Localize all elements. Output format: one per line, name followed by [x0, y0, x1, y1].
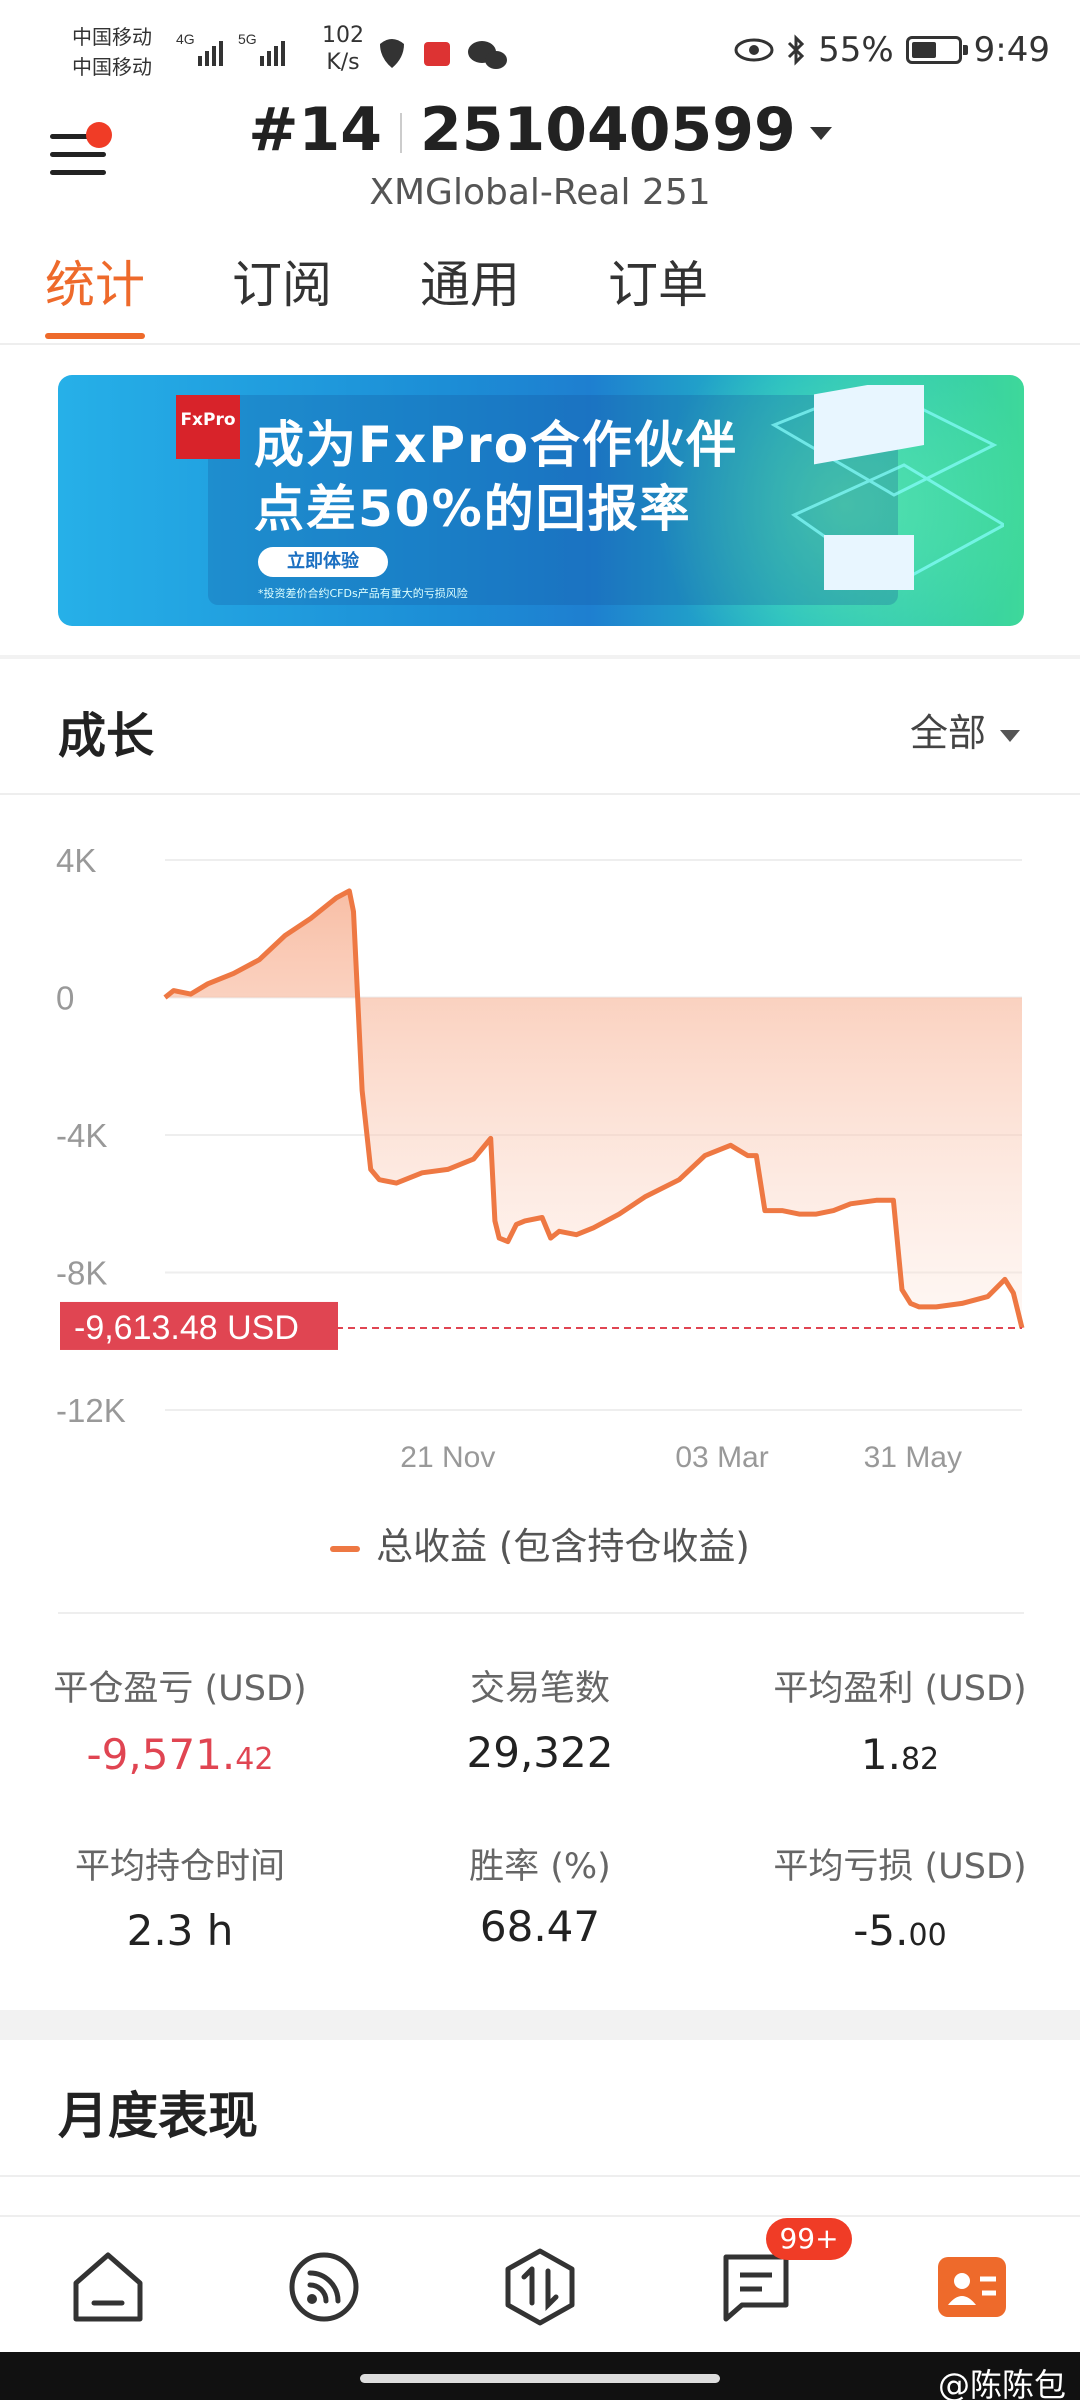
- chart-legend: 总收益 (包含持仓收益): [0, 1516, 1080, 1570]
- nav-home[interactable]: [68, 2247, 148, 2327]
- system-home-bar: [0, 2352, 1080, 2400]
- nav-feed[interactable]: [284, 2247, 364, 2327]
- tab-stats[interactable]: 统计: [45, 245, 145, 317]
- stat-label: 平均亏损 (USD): [773, 1847, 1027, 1887]
- tab-bar: 统计 订阅 通用 订单: [0, 245, 1080, 345]
- try-now-button[interactable]: 立即体验: [258, 547, 388, 577]
- carrier-2: 中国移动: [72, 55, 152, 79]
- section-divider: [0, 655, 1080, 659]
- account-selector[interactable]: #14 251040599: [0, 95, 1080, 165]
- stat-value: -5.00: [853, 1906, 947, 1955]
- fxpro-logo: FxPro: [176, 395, 240, 459]
- active-tab-indicator: [45, 333, 145, 339]
- home-icon: [73, 2252, 143, 2322]
- growth-title: 成长: [58, 708, 155, 764]
- status-carriers: 中国移动 中国移动: [72, 22, 152, 82]
- range-filter-label: 全部: [909, 711, 986, 755]
- stat-label: 平均持仓时间: [74, 1847, 285, 1887]
- promo-banner[interactable]: FxPro 成为FxPro合作伙伴 点差50%的回报率 立即体验 *投资差价合约…: [58, 375, 1024, 626]
- y-tick-label: -8K: [56, 1255, 107, 1292]
- divider: [0, 793, 1080, 795]
- series-area: [165, 890, 1022, 1328]
- nav-profile[interactable]: [932, 2247, 1012, 2327]
- carrier-1: 中国移动: [72, 25, 152, 49]
- stat-value: 29,322: [466, 1728, 614, 1777]
- stat-label: 平均盈利 (USD): [773, 1669, 1027, 1709]
- stat-value: 68.47: [479, 1902, 601, 1951]
- signal-icons: 4G 5G: [176, 26, 306, 81]
- stats-grid: 平仓盈亏 (USD) -9,571.42 交易笔数 29,322 平均盈利 (U…: [0, 1640, 1080, 1970]
- trade-icon: [505, 2248, 575, 2326]
- speed-value: 102: [322, 23, 364, 48]
- chevron-down-icon: [809, 126, 832, 140]
- y-tick-label: -12K: [56, 1392, 126, 1429]
- app-notification-icons: [372, 34, 512, 78]
- banner-headline: 成为FxPro合作伙伴: [254, 416, 739, 474]
- y-tick-label: 4K: [56, 842, 96, 879]
- battery-percent: 55%: [818, 30, 894, 70]
- growth-chart: 4K 0 -4K -8K -12K 21 Nov 03 Mar 31 May -9,613.4…: [56, 842, 1025, 1474]
- profile-icon: [938, 2257, 1006, 2317]
- watermark: @陈陈包: [937, 2366, 1066, 2404]
- x-tick-label: 21 Nov: [400, 1441, 495, 1474]
- laptop-illustration: [770, 385, 1004, 590]
- stat-value: 2.3 h: [126, 1906, 234, 1955]
- bottom-nav: [0, 2215, 1080, 2352]
- stat-label: 平仓盈亏 (USD): [53, 1669, 307, 1709]
- battery-icon: [905, 36, 968, 64]
- chevron-down-icon: [1000, 729, 1020, 742]
- bluetooth-icon: [788, 34, 805, 66]
- signal-icon: 4G 5G: [176, 31, 285, 66]
- svg-text:5G: 5G: [238, 31, 257, 47]
- x-tick-label: 03 Mar: [675, 1441, 768, 1474]
- risk-note: *投资差价合约CFDs产品有重大的亏损风险: [258, 587, 468, 600]
- account-number: 251040599: [420, 95, 796, 165]
- y-tick-label: 0: [56, 980, 74, 1017]
- x-tick-label: 31 May: [864, 1441, 962, 1474]
- home-indicator[interactable]: [360, 2374, 720, 2383]
- monthly-title: 月度表现: [58, 2087, 258, 2145]
- banner-subheadline: 点差50%的回报率: [254, 480, 692, 538]
- tab-orders[interactable]: 订单: [608, 245, 708, 317]
- divider: [58, 1612, 1024, 1614]
- clock: 9:49: [973, 30, 1050, 70]
- rank: #14: [248, 95, 383, 165]
- divider: [0, 2175, 1080, 2177]
- message-badge: 99+: [766, 2218, 852, 2260]
- y-tick-label: -4K: [56, 1117, 107, 1154]
- nav-trade[interactable]: [500, 2247, 580, 2327]
- legend-label: 总收益 (包含持仓收益): [376, 1525, 750, 1568]
- tab-general[interactable]: 通用: [420, 245, 520, 317]
- stat-value: -9,571.42: [86, 1730, 274, 1779]
- tab-subscribe[interactable]: 订阅: [232, 245, 332, 317]
- network-speed: 102 K/s: [322, 22, 364, 76]
- legend-marker: [330, 1545, 361, 1552]
- status-right: 55% 9:49: [734, 30, 1050, 70]
- feed-icon: [289, 2252, 359, 2322]
- range-filter[interactable]: 全部: [910, 702, 1020, 757]
- notification-icons: [380, 39, 507, 69]
- section-divider: [0, 2010, 1080, 2040]
- stat-value: 1.82: [860, 1730, 940, 1779]
- eye-icon: [734, 38, 774, 62]
- stat-label: 胜率 (%): [469, 1847, 611, 1887]
- svg-text:4G: 4G: [176, 31, 195, 47]
- server-name: XMGlobal-Real 251: [369, 172, 711, 213]
- speed-unit: K/s: [326, 50, 360, 75]
- stat-label: 交易笔数: [469, 1669, 610, 1709]
- current-value-label: -9,613.48 USD: [74, 1309, 299, 1347]
